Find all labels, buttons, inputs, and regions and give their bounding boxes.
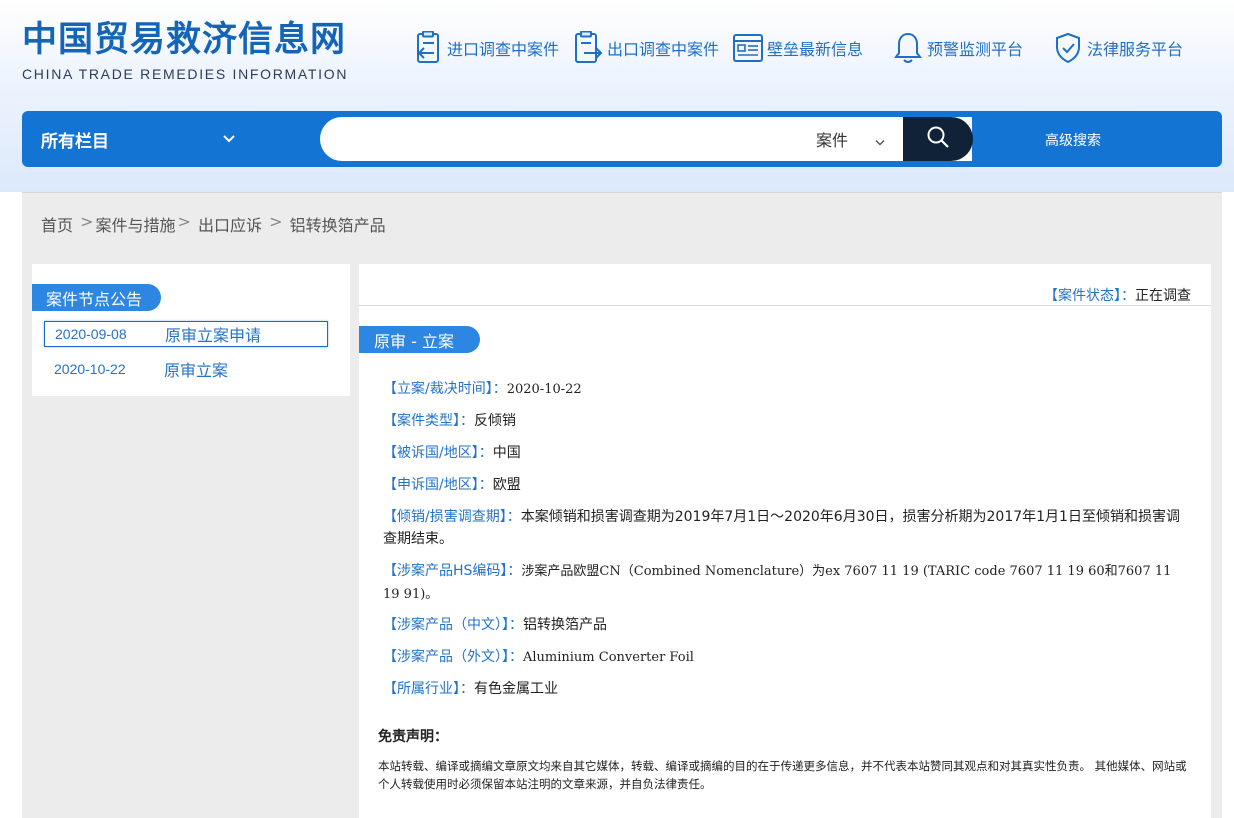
search-icon: [926, 125, 950, 153]
disclaimer-title: 免责声明：: [378, 729, 448, 745]
case-detail-panel: 【案件状态】：正在调查 原审 - 立案 【立案/裁决时间】：2020-10-22…: [359, 264, 1211, 818]
bell-icon: [892, 31, 924, 65]
field-value: 中国: [492, 445, 521, 461]
field-key: 【涉案产品HS编码】：: [383, 563, 522, 579]
breadcrumb-separator: >: [75, 212, 94, 231]
field-value: 反倾销: [474, 413, 516, 429]
nav-label: 法律服务平台: [1087, 40, 1184, 59]
field-case-type: 【案件类型】：反倾销: [383, 410, 1189, 432]
search-box: 案件: [320, 117, 973, 161]
category-select-label: 所有栏目: [41, 131, 109, 152]
breadcrumb-home[interactable]: 首页: [41, 212, 73, 236]
field-key: 【涉案产品（外文）】：: [383, 649, 523, 665]
field-value: 有色金属工业: [474, 681, 558, 697]
breadcrumb-separator: >: [177, 212, 197, 231]
notice-date: 2020-09-08: [55, 326, 127, 342]
notice-item[interactable]: 2020-09-08 原审立案申请: [44, 321, 328, 347]
disclaimer-text: 本站转载、编译或摘编文章原文均来自其它媒体，转载、编译或摘编的目的在于传递更多信…: [378, 759, 1187, 791]
nav-label: 壁垒最新信息: [767, 40, 864, 59]
field-filing-date: 【立案/裁决时间】：2020-10-22: [383, 378, 1189, 401]
nav-import-cases[interactable]: 进口调查中案件: [412, 30, 559, 66]
field-key: 【倾销/损害调查期】：: [383, 509, 521, 525]
field-respondent: 【被诉国/地区】：中国: [383, 442, 1189, 464]
phase-tag: 原审 - 立案: [359, 326, 480, 353]
breadcrumb-current: 铝转换箔产品: [289, 216, 386, 235]
notice-title: 原审立案: [164, 361, 229, 380]
breadcrumb-export-response[interactable]: 出口应诉: [198, 212, 262, 236]
nav-label: 预警监测平台: [927, 40, 1024, 59]
field-key: 【申诉国/地区】：: [383, 477, 493, 493]
notices-tag: 案件节点公告: [32, 284, 161, 311]
field-hs-code: 【涉案产品HS编码】：涉案产品欧盟CN（Combined Nomenclatur…: [383, 560, 1189, 606]
category-select[interactable]: 所有栏目: [22, 111, 282, 167]
search-type-label: 案件: [816, 131, 849, 150]
chevron-down-icon: [222, 131, 236, 150]
nav-barrier-news[interactable]: 壁垒最新信息: [732, 30, 863, 66]
case-status-value: 正在调查: [1135, 288, 1191, 304]
field-complainant: 【申诉国/地区】：欧盟: [383, 474, 1189, 496]
import-document-icon: [412, 31, 444, 65]
nav-warning-platform[interactable]: 预警监测平台: [892, 30, 1023, 66]
field-investigation-period: 【倾销/损害调查期】：本案倾销和损害调查期为2019年7月1日～2020年6月3…: [383, 506, 1189, 550]
nav-label: 进口调查中案件: [447, 40, 560, 59]
field-industry: 【所属行业】：有色金属工业: [383, 678, 1189, 700]
search-button[interactable]: [903, 117, 973, 161]
breadcrumb-cases-measures[interactable]: 案件与措施: [96, 212, 176, 236]
news-list-icon: [732, 31, 764, 65]
search-type-select[interactable]: 案件: [816, 117, 902, 161]
field-product-cn: 【涉案产品（中文）】：铝转换箔产品: [383, 614, 1189, 636]
breadcrumb: 首页 > 案件与措施 > 出口应诉 > 铝转换箔产品: [41, 212, 386, 236]
notice-item[interactable]: 2020-10-22 原审立案: [44, 356, 328, 382]
field-product-en: 【涉案产品（外文）】：Aluminium Converter Foil: [383, 646, 1189, 669]
field-key: 【立案/裁决时间】：: [383, 381, 507, 397]
field-key: 【案件类型】：: [383, 413, 474, 429]
logo-title-cn: 中国贸易救济信息网: [22, 20, 347, 60]
notice-title: 原审立案申请: [165, 326, 262, 345]
case-status-key: 【案件状态】：: [1044, 288, 1135, 304]
nav-label: 出口调查中案件: [607, 40, 720, 59]
shield-check-icon: [1052, 31, 1084, 65]
chevron-down-icon: [874, 134, 886, 153]
field-key: 【所属行业】：: [383, 681, 474, 697]
field-value: 铝转换箔产品: [523, 617, 607, 633]
notice-date: 2020-10-22: [54, 361, 126, 377]
search-bar: 所有栏目 案件 高级搜索: [22, 111, 1222, 167]
logo-title-en: CHINA TRADE REMEDIES INFORMATION: [22, 66, 349, 82]
nav-legal-platform[interactable]: 法律服务平台: [1052, 30, 1183, 66]
field-value: 2020-10-22: [506, 382, 582, 397]
divider: [359, 305, 1211, 306]
field-key: 【被诉国/地区】：: [383, 445, 493, 461]
breadcrumb-separator: >: [264, 212, 288, 231]
export-document-icon: [572, 31, 604, 65]
case-status: 【案件状态】：正在调查: [1044, 285, 1191, 305]
advanced-search-link[interactable]: 高级搜索: [1045, 130, 1101, 150]
field-value: 欧盟: [492, 477, 521, 493]
site-logo[interactable]: 中国贸易救济信息网 CHINA TRADE REMEDIES INFORMATI…: [22, 20, 348, 82]
case-notices-panel: 案件节点公告 2020-09-08 原审立案申请 2020-10-22 原审立案: [32, 264, 350, 396]
field-value: Aluminium Converter Foil: [523, 650, 694, 665]
search-input[interactable]: [338, 125, 798, 153]
nav-export-cases[interactable]: 出口调查中案件: [572, 30, 719, 66]
field-key: 【涉案产品（中文）】：: [383, 617, 523, 633]
